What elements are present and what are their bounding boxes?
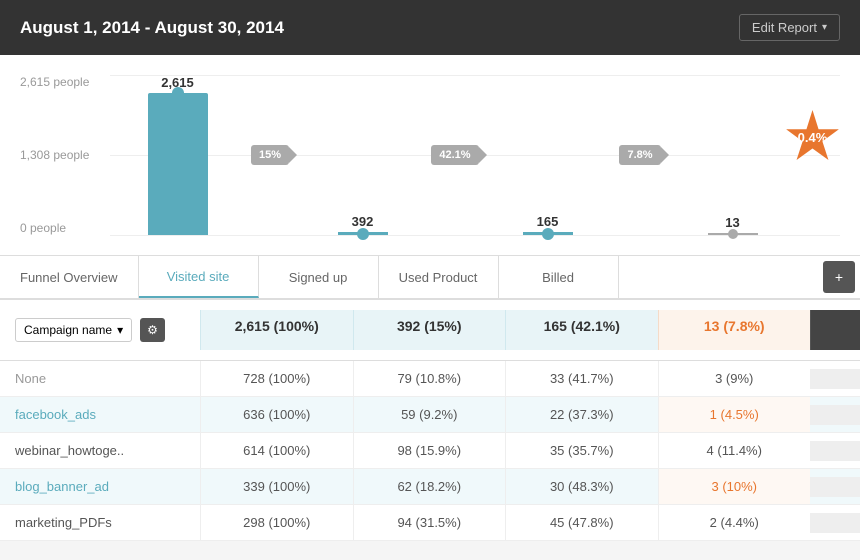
row-cell-4-1: 62 (18.2%) bbox=[353, 469, 506, 504]
badge-label: 0.4% bbox=[798, 130, 828, 145]
funnel-step-billed: 13 bbox=[665, 75, 800, 235]
edit-report-label: Edit Report bbox=[752, 20, 817, 35]
add-tab-button[interactable]: + bbox=[823, 261, 855, 293]
bar-1 bbox=[148, 93, 208, 235]
table-row: blog_banner_ad 339 (100%) 62 (18.2%) 30 … bbox=[0, 469, 860, 505]
chevron-down-icon: ▾ bbox=[822, 22, 827, 33]
row-cell-4-3: 3 (10%) bbox=[658, 469, 811, 504]
funnel-step-visited: 2,615 bbox=[110, 75, 245, 235]
y-label-mid: 1,308 people bbox=[20, 148, 89, 162]
campaign-label: Campaign name bbox=[24, 323, 112, 337]
row-cell-5-0: 298 (100%) bbox=[200, 505, 353, 540]
row-label-none: None bbox=[0, 361, 200, 396]
tab-signed-up[interactable]: Signed up bbox=[259, 256, 379, 298]
table-header: Campaign name ▾ ⚙ 2,615 (100%) 392 (15%)… bbox=[0, 300, 860, 361]
table-area: Campaign name ▾ ⚙ 2,615 (100%) 392 (15%)… bbox=[0, 299, 860, 541]
row-cell-2-4 bbox=[810, 405, 860, 425]
arrow-1: 15% bbox=[245, 75, 295, 235]
row-cell-1-0: 728 (100%) bbox=[200, 361, 353, 396]
row-cell-5-4 bbox=[810, 513, 860, 533]
y-axis-labels: 2,615 people 1,308 people 0 people bbox=[20, 75, 89, 235]
row-cell-3-3: 4 (11.4%) bbox=[658, 433, 811, 468]
row-label-marketing: marketing_PDFs bbox=[0, 505, 200, 540]
row-cell-3-1: 98 (15.9%) bbox=[353, 433, 506, 468]
header: August 1, 2014 - August 30, 2014 Edit Re… bbox=[0, 0, 860, 55]
bar-value-2: 392 bbox=[352, 214, 374, 229]
row-cell-3-2: 35 (35.7%) bbox=[505, 433, 658, 468]
bar-value-4: 13 bbox=[725, 215, 739, 230]
row-cell-5-3: 2 (4.4%) bbox=[658, 505, 811, 540]
row-label-blog[interactable]: blog_banner_ad bbox=[0, 469, 200, 504]
row-cell-4-4 bbox=[810, 477, 860, 497]
header-cell-2: 392 (15%) bbox=[353, 310, 506, 350]
conversion-badge: 0.4% bbox=[785, 110, 840, 165]
plus-icon: + bbox=[835, 269, 843, 285]
funnel-step-signup: 392 bbox=[295, 75, 430, 235]
header-cell-1: 2,615 (100%) bbox=[200, 310, 353, 350]
arrow-badge-3: 7.8% bbox=[619, 145, 660, 165]
table-row: webinar_howtoge.. 614 (100%) 98 (15.9%) … bbox=[0, 433, 860, 469]
header-cell-3: 165 (42.1%) bbox=[505, 310, 658, 350]
table-row: facebook_ads 636 (100%) 59 (9.2%) 22 (37… bbox=[0, 397, 860, 433]
campaign-group-selector: Campaign name ▾ ⚙ bbox=[0, 310, 200, 350]
row-cell-1-4 bbox=[810, 369, 860, 389]
badge-shape: 0.4% bbox=[785, 110, 840, 165]
row-cell-1-1: 79 (10.8%) bbox=[353, 361, 506, 396]
row-label-webinar: webinar_howtoge.. bbox=[0, 433, 200, 468]
row-cell-2-2: 22 (37.3%) bbox=[505, 397, 658, 432]
arrow-2: 42.1% bbox=[430, 75, 480, 235]
arrow-badge-1: 15% bbox=[251, 145, 289, 165]
row-cell-5-2: 45 (47.8%) bbox=[505, 505, 658, 540]
table-row: marketing_PDFs 298 (100%) 94 (31.5%) 45 … bbox=[0, 505, 860, 541]
y-label-top: 2,615 people bbox=[20, 75, 89, 89]
header-cell-4: 13 (7.8%) bbox=[658, 310, 811, 350]
row-cell-1-2: 33 (41.7%) bbox=[505, 361, 658, 396]
y-label-bottom: 0 people bbox=[20, 221, 89, 235]
tabs-row: Funnel Overview Visited site Signed up U… bbox=[0, 255, 860, 299]
chart-area: 2,615 people 1,308 people 0 people 2,615… bbox=[0, 55, 860, 255]
tab-used-product[interactable]: Used Product bbox=[379, 256, 499, 298]
gear-icon: ⚙ bbox=[147, 323, 158, 337]
chevron-icon: ▾ bbox=[117, 323, 123, 337]
campaign-name-dropdown[interactable]: Campaign name ▾ bbox=[15, 318, 132, 342]
row-label-facebook[interactable]: facebook_ads bbox=[0, 397, 200, 432]
row-cell-5-1: 94 (31.5%) bbox=[353, 505, 506, 540]
row-cell-1-3: 3 (9%) bbox=[658, 361, 811, 396]
tab-funnel-overview[interactable]: Funnel Overview bbox=[0, 256, 139, 298]
row-cell-2-3: 1 (4.5%) bbox=[658, 397, 811, 432]
row-cell-4-2: 30 (48.3%) bbox=[505, 469, 658, 504]
bar-dot-1 bbox=[172, 87, 184, 99]
arrow-badge-2: 42.1% bbox=[431, 145, 478, 165]
arrow-label-1: 15% bbox=[259, 149, 281, 161]
bar-value-3: 165 bbox=[537, 214, 559, 229]
arrow-label-2: 42.1% bbox=[439, 149, 470, 161]
date-range-title: August 1, 2014 - August 30, 2014 bbox=[20, 18, 284, 38]
arrow-label-3: 7.8% bbox=[627, 149, 652, 161]
row-cell-2-1: 59 (9.2%) bbox=[353, 397, 506, 432]
funnel-step-product: 165 bbox=[480, 75, 615, 235]
header-cell-empty bbox=[810, 310, 860, 350]
arrow-3: 7.8% bbox=[615, 75, 665, 235]
table-row: None 728 (100%) 79 (10.8%) 33 (41.7%) 3 … bbox=[0, 361, 860, 397]
row-cell-2-0: 636 (100%) bbox=[200, 397, 353, 432]
tab-visited-site[interactable]: Visited site bbox=[139, 256, 259, 298]
row-cell-3-0: 614 (100%) bbox=[200, 433, 353, 468]
settings-button[interactable]: ⚙ bbox=[140, 318, 165, 342]
row-cell-4-0: 339 (100%) bbox=[200, 469, 353, 504]
edit-report-button[interactable]: Edit Report ▾ bbox=[739, 14, 840, 41]
row-cell-3-4 bbox=[810, 441, 860, 461]
tab-billed[interactable]: Billed bbox=[499, 256, 619, 298]
